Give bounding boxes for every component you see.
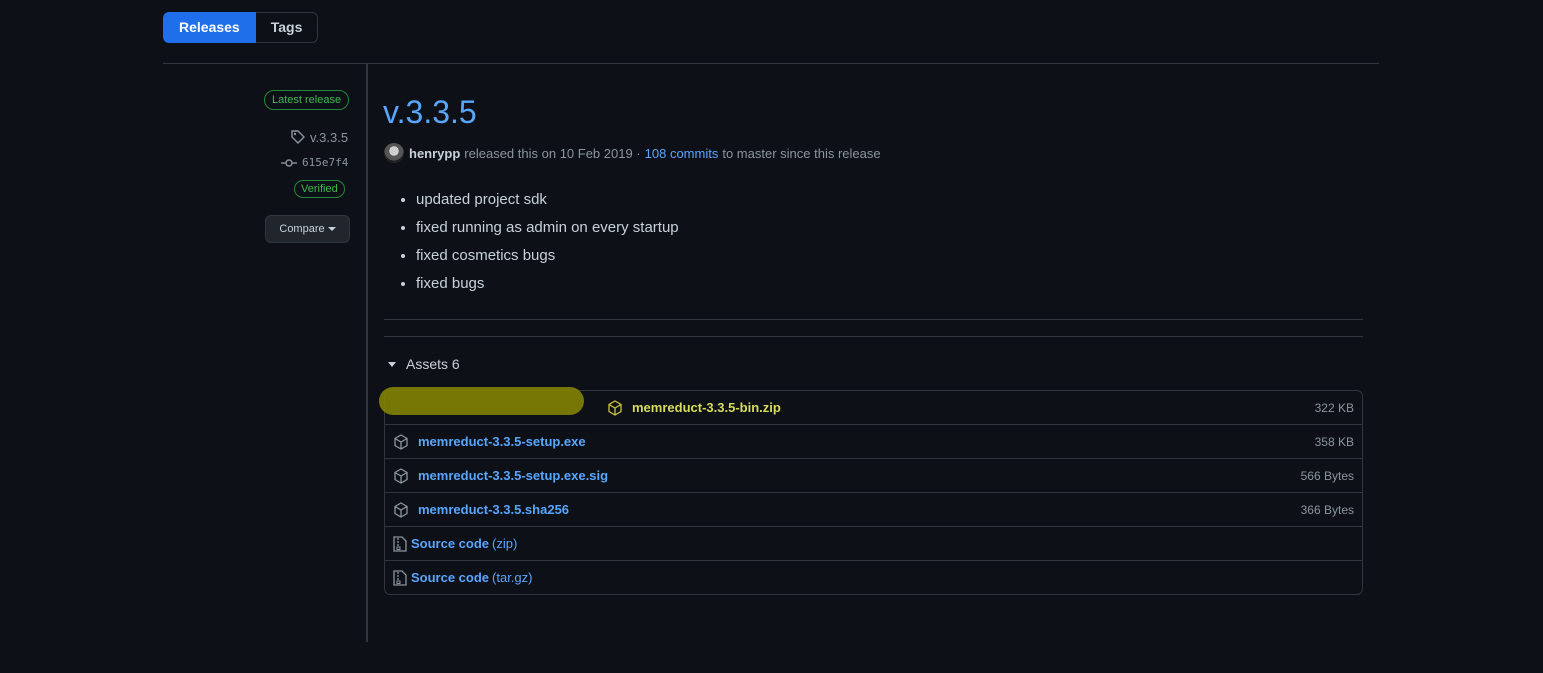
asset-link[interactable]: memreduct-3.3.5-setup.exe.sig xyxy=(418,468,608,483)
release-commit[interactable]: 615e7f4 xyxy=(281,156,348,169)
assets-list: memreduct-3.3.5-bin.zip 322 KB memreduct… xyxy=(379,386,1363,595)
package-icon xyxy=(607,399,623,416)
asset-link[interactable]: memreduct-3.3.5-bin.zip xyxy=(632,400,781,415)
divider xyxy=(163,63,1379,64)
tag-name: v.3.3.5 xyxy=(310,129,349,145)
divider xyxy=(384,336,1363,337)
author-link[interactable]: henrypp xyxy=(409,146,460,161)
tab-releases[interactable]: Releases xyxy=(163,12,256,43)
release-notes: updated project sdk fixed running as adm… xyxy=(386,186,679,298)
compare-button[interactable]: Compare xyxy=(265,215,350,243)
chevron-down-icon xyxy=(327,227,336,232)
asset-row[interactable]: Source code (zip) xyxy=(385,526,1362,560)
asset-size: 566 Bytes xyxy=(1300,468,1354,483)
release-tag[interactable]: v.3.3.5 xyxy=(290,129,348,145)
list-item: updated project sdk xyxy=(416,186,679,214)
source-code-zip-link[interactable]: Source code (zip) xyxy=(411,536,517,551)
package-icon xyxy=(393,501,409,518)
file-zip-icon xyxy=(393,569,407,586)
timeline-divider xyxy=(366,64,368,642)
asset-size: 366 Bytes xyxy=(1300,502,1354,517)
asset-size: 358 KB xyxy=(1314,434,1354,449)
commits-link[interactable]: 108 commits xyxy=(645,146,719,161)
asset-size: 322 KB xyxy=(1314,400,1354,415)
asset-row[interactable]: memreduct-3.3.5-bin.zip 322 KB xyxy=(379,386,1362,424)
commit-sha: 615e7f4 xyxy=(302,156,349,169)
package-icon xyxy=(393,433,409,450)
released-text: released this on 10 Feb 2019 · xyxy=(464,145,641,161)
latest-release-badge: Latest release xyxy=(264,90,350,110)
asset-row[interactable]: memreduct-3.3.5.sha256 366 Bytes xyxy=(385,492,1362,526)
asset-link[interactable]: memreduct-3.3.5-setup.exe xyxy=(418,434,586,449)
list-item: fixed cosmetics bugs xyxy=(416,242,679,270)
file-zip-icon xyxy=(393,535,407,552)
asset-row[interactable]: memreduct-3.3.5-setup.exe.sig 566 Bytes xyxy=(385,458,1362,492)
list-item: fixed running as admin on every startup xyxy=(416,214,679,242)
package-icon xyxy=(393,467,409,484)
release-byline: henrypp released this on 10 Feb 2019 · 1… xyxy=(384,143,881,163)
assets-count: 6 xyxy=(451,356,460,372)
asset-row[interactable]: memreduct-3.3.5-setup.exe 358 KB xyxy=(385,424,1362,458)
tab-tags[interactable]: Tags xyxy=(255,12,319,43)
commit-icon xyxy=(281,158,297,168)
tag-icon xyxy=(290,129,306,145)
since-text: to master since this release xyxy=(722,145,881,161)
highlight-marker xyxy=(379,386,584,415)
triangle-down-icon xyxy=(388,361,396,367)
asset-link[interactable]: memreduct-3.3.5.sha256 xyxy=(418,502,569,517)
release-title[interactable]: v.3.3.5 xyxy=(383,94,477,131)
list-item: fixed bugs xyxy=(416,270,679,298)
verified-badge[interactable]: Verified xyxy=(294,180,345,198)
release-tabs: Releases Tags xyxy=(163,12,319,43)
asset-row[interactable]: Source code (tar.gz) xyxy=(385,560,1362,594)
source-code-targz-link[interactable]: Source code (tar.gz) xyxy=(411,570,533,585)
release-page: Releases Tags Latest release v.3.3.5 615… xyxy=(0,0,1543,673)
assets-label: Assets xyxy=(406,356,449,372)
avatar[interactable] xyxy=(384,143,404,163)
assets-toggle[interactable]: Assets 6 xyxy=(388,356,460,372)
compare-label: Compare xyxy=(279,223,325,235)
divider xyxy=(384,319,1363,320)
